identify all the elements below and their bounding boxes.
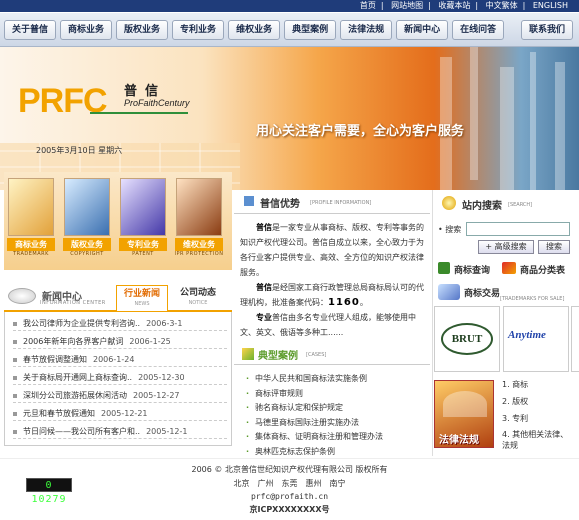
nav-qa[interactable]: 在线问答 [452, 19, 505, 40]
nav-contact[interactable]: 联系我们 [520, 19, 573, 40]
magnifier-icon [442, 196, 456, 210]
cases-header: 典型案例 [CASES] [234, 343, 430, 365]
list-item[interactable]: 集体商标、证明商标注册和管理办法 [246, 430, 432, 445]
list-item[interactable]: 元旦和春节放假通知 2005-12-21 [13, 406, 227, 421]
law-list: 1. 商标 2. 版权 3. 专利 4. 其他相关法律、法规 [502, 378, 574, 451]
list-item[interactable]: 春节放假调整通知 2006-1-24 [13, 352, 227, 367]
nav-trademark[interactable]: 商标业务 [60, 19, 113, 40]
footer-icp[interactable]: 京ICPXXXXXXXX号 [0, 504, 579, 515]
list-item[interactable]: 马德里商标国际注册实施办法 [246, 416, 432, 431]
visit-counter: 0 10279 [26, 478, 72, 505]
search-button[interactable]: 搜索 [538, 240, 570, 254]
trademark-query-icon [438, 262, 450, 274]
main-nav: 关于普信 商标业务 版权业务 专利业务 维权业务 典型案例 法律法规 新闻中心 … [0, 13, 579, 47]
logo-underline [90, 112, 188, 114]
services-panel: 商标业务 TRADEMARK 版权业务 COPYRIGHT 专利业务 PATEN… [4, 172, 232, 270]
sitemap-link[interactable]: 网站地图 [391, 1, 423, 10]
trademark-sale-subtitle: [TRADEMARKS FOR SALE] [500, 296, 565, 302]
trademark-icon [8, 178, 54, 236]
cases-list: 中华人民共和国商标法实施条例 商标评审规则 驰名商标认定和保护规定 马德里商标国… [246, 372, 432, 459]
banner-slogan: 用心关注客户需要，全心为客户服务 [256, 124, 465, 139]
cases-section-icon [242, 348, 254, 360]
profile-subtitle: [PROFILE INFORMATION] [310, 200, 372, 206]
top-utility-bar: 首页 | 网站地图 | 收藏本站 | 中文繁体 | ENGLISH [0, 0, 579, 12]
footer-email[interactable]: prfc@profaith.cn [0, 492, 579, 501]
sale-brand-card-1[interactable]: BRUT [434, 306, 500, 372]
company-logo[interactable]: PRFC [18, 82, 108, 121]
footer: 2006 © 北京普信世纪知识产权代理有限公司 版权所有 北京 广州 东莞 惠州… [0, 458, 579, 520]
search-label: • 搜索 [438, 225, 462, 234]
cases-subtitle: [CASES] [306, 352, 327, 358]
news-icon [8, 288, 36, 304]
registration-code: 1160 [328, 297, 360, 308]
nav-laws[interactable]: 法律法规 [340, 19, 393, 40]
logo-chinese-name: 普信 [124, 84, 167, 99]
tab-industry-news[interactable]: 行业新闻 NEWS [116, 285, 168, 311]
service-trademark[interactable]: 商标业务 TRADEMARK [6, 176, 56, 262]
list-item[interactable]: 4. 其他相关法律、法规 [502, 429, 574, 451]
traditional-chinese-link[interactable]: 中文繁体 [486, 1, 518, 10]
goods-classes-icon [502, 262, 516, 274]
list-item[interactable]: 节日问候——我公司所有客户和.. 2005-12-1 [13, 424, 227, 439]
logo-english-name: ProFaithCentury [124, 98, 190, 108]
profile-title: 普信优势 [260, 199, 300, 210]
nav-news[interactable]: 新闻中心 [396, 19, 449, 40]
search-subtitle: [SEARCH] [508, 202, 533, 208]
trademark-sale-title: 商标交易 [464, 289, 501, 299]
english-link[interactable]: ENGLISH [533, 1, 568, 10]
profile-section-icon [244, 196, 254, 206]
news-subtitle: INFORMATION CENTER [40, 300, 106, 306]
brut-logo: BRUT [441, 323, 493, 355]
bookmark-link[interactable]: 收藏本站 [438, 1, 470, 10]
nav-protection[interactable]: 维权业务 [228, 19, 281, 40]
list-item[interactable]: 中华人民共和国商标法实施条例 [246, 372, 432, 387]
profile-header: 普信优势 [PROFILE INFORMATION] [234, 190, 430, 214]
list-item[interactable]: 2006年新年向各界客户献词 2006-1-25 [13, 334, 227, 349]
list-item[interactable]: 深圳分公司旅游拓展休闲活动 2005-12-27 [13, 388, 227, 403]
nav-cases[interactable]: 典型案例 [284, 19, 337, 40]
list-item[interactable]: 3. 专利 [502, 412, 574, 426]
home-link[interactable]: 首页 [360, 1, 376, 10]
nav-patent[interactable]: 专利业务 [172, 19, 225, 40]
search-input[interactable] [466, 222, 570, 236]
profile-text: 普信是一家专业从事商标、版权、专利等事务的知识产权代理公司。普信自成立以来，全心… [240, 223, 424, 337]
footer-cities: 北京 广州 东莞 惠州 南宁 [233, 479, 346, 488]
list-item[interactable]: 关于商标局开通网上商标查询.. 2005-12-30 [13, 370, 227, 385]
list-item[interactable]: 驰名商标认定和保护规定 [246, 401, 432, 416]
search-title: 站内搜索 [462, 201, 502, 212]
scales-icon [443, 391, 487, 417]
list-item[interactable]: 1. 商标 [502, 378, 574, 392]
protection-icon [176, 178, 222, 236]
goods-classes-link[interactable]: 商品分类表 [520, 263, 565, 276]
copyright-icon [64, 178, 110, 236]
list-item[interactable]: 2. 版权 [502, 395, 574, 409]
law-banner[interactable]: 法律法规 [434, 380, 494, 448]
list-item[interactable]: 商标评审规则 [246, 387, 432, 402]
list-item[interactable]: 奥林匹克标志保护条例 [246, 445, 432, 460]
logo-wordmark: PRFC [18, 82, 108, 120]
nav-about[interactable]: 关于普信 [4, 19, 57, 40]
trademark-sale-icon [438, 284, 460, 300]
anytime-logo: Anytime [508, 329, 546, 341]
list-item[interactable]: 我公司律师为企业提供专利咨询.. 2006-3-1 [13, 316, 227, 331]
service-copyright[interactable]: 版权业务 COPYRIGHT [62, 176, 112, 262]
service-patent[interactable]: 专利业务 PATENT [118, 176, 168, 262]
nav-copyright[interactable]: 版权业务 [116, 19, 169, 40]
patent-icon [120, 178, 166, 236]
sale-brand-card-3[interactable] [571, 306, 579, 372]
sale-brand-card-2[interactable]: Anytime [503, 306, 569, 372]
trademark-query-link[interactable]: 商标查询 [454, 263, 490, 276]
tab-company-news[interactable]: 公司动态 NOTICE [172, 285, 224, 311]
advanced-search-button[interactable]: + 高级搜索 [478, 240, 534, 254]
footer-copyright: 2006 © 北京普信世纪知识产权代理有限公司 版权所有 [191, 465, 388, 474]
current-date: 2005年3月10日 星期六 [36, 146, 123, 155]
service-protection[interactable]: 维权业务 IPR PROTECTION [174, 176, 224, 262]
news-list: 我公司律师为企业提供专利咨询.. 2006-3-1 2006年新年向各界客户献词 2… [4, 312, 232, 446]
cases-title: 典型案例 [258, 351, 298, 362]
